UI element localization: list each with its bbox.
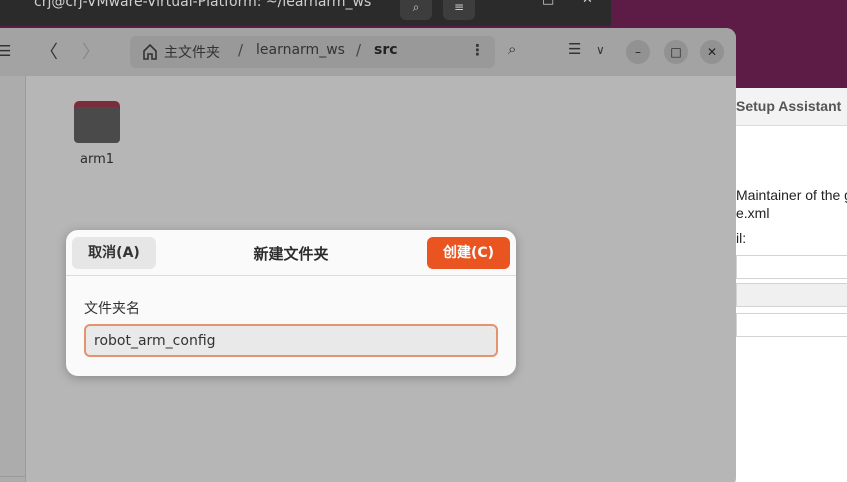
folder-icon[interactable]: [74, 101, 120, 143]
view-list-icon[interactable]: ☰: [568, 40, 581, 58]
minimize-button[interactable]: –: [626, 40, 650, 64]
breadcrumb-separator: /: [356, 41, 362, 59]
terminal-title: crj@crj-VMware-Virtual-Platform: ~/learn…: [34, 0, 372, 10]
cancel-button[interactable]: 取消(A): [72, 237, 156, 269]
maximize-icon[interactable]: □: [542, 0, 554, 7]
maximize-button[interactable]: □: [664, 40, 688, 64]
assistant-text: Maintainer of the g: [736, 187, 847, 203]
folder-name-label: 文件夹名: [84, 301, 140, 317]
path-menu-icon[interactable]: ⋮: [470, 41, 485, 59]
assistant-text: il:: [736, 230, 747, 246]
breadcrumb-learnarm-ws[interactable]: learnarm_ws: [256, 42, 345, 58]
back-icon[interactable]: 〈: [40, 38, 58, 64]
search-icon[interactable]: ⌕: [508, 40, 516, 58]
sidebar-divider: [0, 476, 26, 477]
forward-icon[interactable]: 〉: [82, 38, 100, 64]
dialog-header: 取消(A) 新建文件夹 创建(C): [66, 230, 516, 276]
breadcrumb-src[interactable]: src: [374, 42, 398, 58]
home-icon: [143, 43, 157, 60]
sidebar-menu-icon[interactable]: ☰: [0, 42, 11, 60]
create-button[interactable]: 创建(C): [427, 237, 510, 269]
chevron-down-icon[interactable]: ∨: [596, 43, 605, 57]
folder-name-input[interactable]: [84, 324, 498, 357]
breadcrumb-home[interactable]: 主文件夹: [164, 42, 220, 62]
assistant-field[interactable]: [736, 313, 847, 337]
menu-icon[interactable]: ≡: [443, 0, 475, 20]
path-bar[interactable]: 主文件夹 / learnarm_ws / src ⋮: [130, 36, 495, 68]
assistant-field[interactable]: [736, 255, 847, 279]
dialog-title: 新建文件夹: [253, 245, 329, 263]
new-folder-dialog: 取消(A) 新建文件夹 创建(C) 文件夹名: [66, 230, 516, 376]
close-icon[interactable]: ✕: [582, 0, 593, 7]
minimize-icon[interactable]: –: [506, 0, 513, 7]
assistant-text: e.xml: [736, 205, 770, 221]
file-manager-header: ☰ 〈 〉 主文件夹 / learnarm_ws / src ⋮ ⌕ ☰ ∨ –…: [0, 28, 736, 76]
search-icon[interactable]: ⌕: [400, 0, 432, 20]
sidebar: [0, 76, 26, 482]
terminal-titlebar: crj@crj-VMware-Virtual-Platform: ~/learn…: [0, 0, 611, 26]
assistant-title: Setup Assistant: [736, 98, 842, 114]
folder-name[interactable]: arm1: [66, 152, 128, 167]
assistant-field[interactable]: [736, 283, 847, 307]
close-button[interactable]: ✕: [700, 40, 724, 64]
breadcrumb-separator: /: [238, 41, 244, 59]
